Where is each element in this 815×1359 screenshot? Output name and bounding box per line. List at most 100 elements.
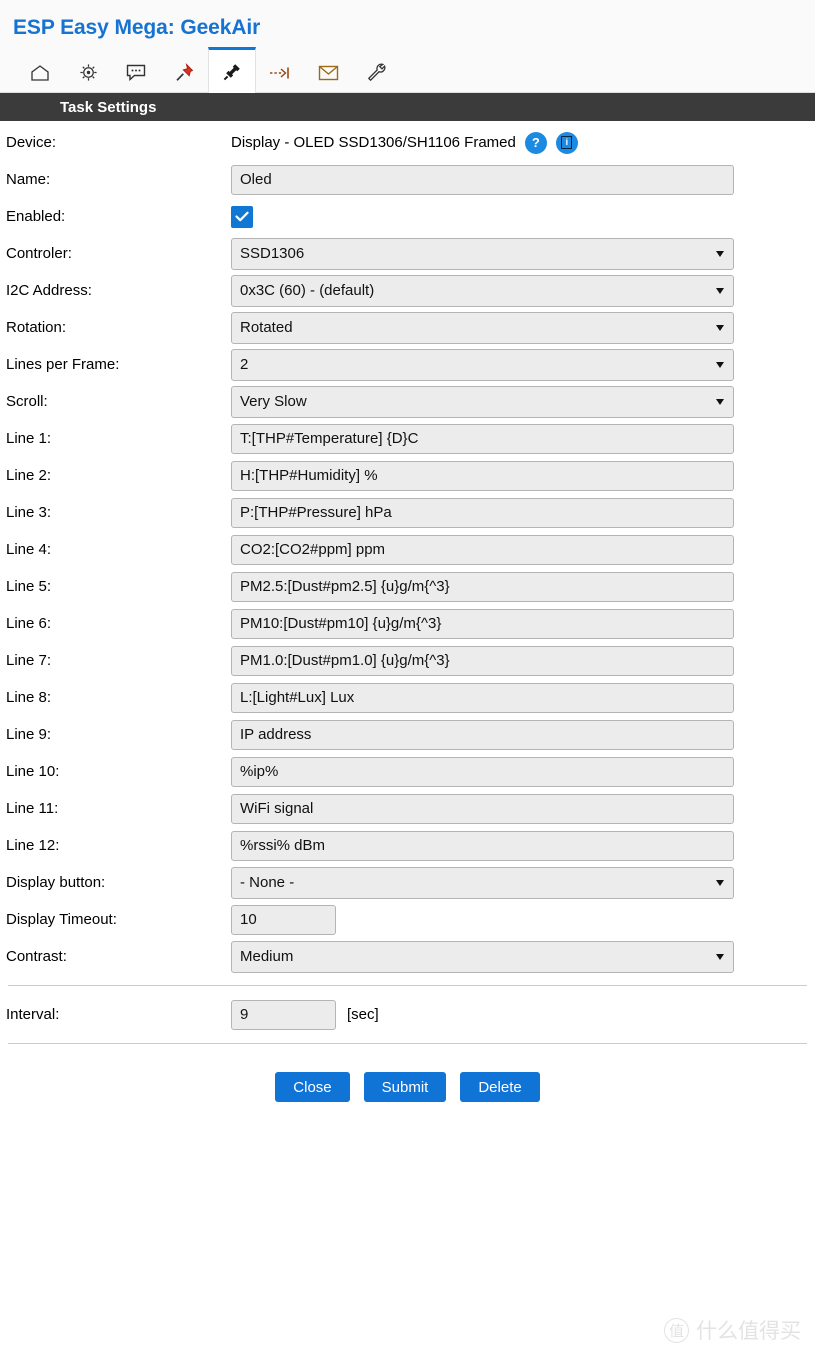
pushpin-icon xyxy=(174,62,195,83)
chevron-down-icon xyxy=(716,287,724,294)
tab-rules[interactable] xyxy=(256,53,304,92)
label-line-6: Line 6: xyxy=(6,615,52,632)
section-header-bar: Task Settings xyxy=(0,93,815,121)
divider-top xyxy=(8,985,807,986)
line-11-input[interactable] xyxy=(231,793,734,824)
chevron-down-icon xyxy=(716,953,724,960)
lines-per-frame-select-value: 2 xyxy=(240,356,249,373)
label-line-3: Line 3: xyxy=(6,504,52,521)
label-contrast: Contrast: xyxy=(6,948,67,965)
tab-tools[interactable] xyxy=(352,53,400,92)
chevron-down-icon xyxy=(716,324,724,331)
display-button-select[interactable]: - None - xyxy=(231,866,734,899)
row-name: Name: xyxy=(0,161,815,198)
rotation-select[interactable]: Rotated xyxy=(231,311,734,344)
section-title: Task Settings xyxy=(60,98,157,116)
form-button-bar: Close Submit Delete xyxy=(0,1054,815,1102)
help-icon[interactable]: ? xyxy=(524,131,547,154)
row-rotation: Rotation: Rotated xyxy=(0,309,815,346)
row-enabled: Enabled: xyxy=(0,198,815,235)
tab-controllers[interactable] xyxy=(112,53,160,92)
contrast-select[interactable]: Medium xyxy=(231,940,734,973)
task-settings-form: Device: Display - OLED SSD1306/SH1106 Fr… xyxy=(0,121,815,1102)
row-line-6: Line 6: xyxy=(0,605,815,642)
close-button[interactable]: Close xyxy=(275,1072,350,1102)
row-line-1: Line 1: xyxy=(0,420,815,457)
tab-home[interactable] xyxy=(16,53,64,92)
submit-button[interactable]: Submit xyxy=(363,1072,447,1102)
page-title: ESP Easy Mega: GeekAir xyxy=(13,16,261,39)
line-5-input[interactable] xyxy=(231,571,734,602)
device-value-group: Display - OLED SSD1306/SH1106 Framed ? i xyxy=(231,131,578,154)
line-6-input[interactable] xyxy=(231,608,734,639)
delete-button[interactable]: Delete xyxy=(460,1072,540,1102)
envelope-icon xyxy=(318,65,339,81)
chevron-down-icon xyxy=(716,398,724,405)
info-icon[interactable]: i xyxy=(555,131,578,154)
line-8-input[interactable] xyxy=(231,682,734,713)
row-line-8: Line 8: xyxy=(0,679,815,716)
row-display-timeout: Display Timeout: xyxy=(0,901,815,938)
line-3-input[interactable] xyxy=(231,497,734,528)
label-interval: Interval: xyxy=(6,1006,60,1023)
line-12-input[interactable] xyxy=(231,830,734,861)
row-scroll: Scroll: Very Slow xyxy=(0,383,815,420)
row-line-12: Line 12: xyxy=(0,827,815,864)
line-4-input[interactable] xyxy=(231,534,734,565)
chevron-down-icon xyxy=(716,879,724,886)
controler-select-value: SSD1306 xyxy=(240,245,305,262)
label-rotation: Rotation: xyxy=(6,319,67,336)
line-2-input[interactable] xyxy=(231,460,734,491)
tab-config[interactable] xyxy=(64,53,112,92)
enabled-checkbox[interactable] xyxy=(231,205,253,228)
row-line-3: Line 3: xyxy=(0,494,815,531)
row-display-button: Display button: - None - xyxy=(0,864,815,901)
row-line-11: Line 11: xyxy=(0,790,815,827)
row-line-4: Line 4: xyxy=(0,531,815,568)
tab-notifications[interactable] xyxy=(304,53,352,92)
chat-bubble-icon xyxy=(126,64,146,81)
label-scroll: Scroll: xyxy=(6,393,48,410)
i2c-address-select[interactable]: 0x3C (60) - (default) xyxy=(231,274,734,307)
row-contrast: Contrast: Medium xyxy=(0,938,815,975)
label-line-1: Line 1: xyxy=(6,430,52,447)
divider-bottom xyxy=(8,1043,807,1044)
row-device: Device: Display - OLED SSD1306/SH1106 Fr… xyxy=(0,124,815,161)
row-line-7: Line 7: xyxy=(0,642,815,679)
device-value-text: Display - OLED SSD1306/SH1106 Framed xyxy=(231,134,516,151)
display-timeout-input[interactable] xyxy=(231,904,336,935)
chevron-down-icon xyxy=(716,361,724,368)
label-display-button: Display button: xyxy=(6,874,106,891)
info-icon-glyph: i xyxy=(561,136,573,149)
line-7-input[interactable] xyxy=(231,645,734,676)
label-line-12: Line 12: xyxy=(6,837,60,854)
row-controler: Controler: SSD1306 xyxy=(0,235,815,272)
label-name: Name: xyxy=(6,171,51,188)
tab-hardware[interactable] xyxy=(160,53,208,92)
label-line-9: Line 9: xyxy=(6,726,52,743)
i2c-address-select-value: 0x3C (60) - (default) xyxy=(240,282,375,299)
scroll-select-value: Very Slow xyxy=(240,393,307,410)
plug-icon xyxy=(222,61,243,82)
watermark-mark: 值 xyxy=(664,1317,689,1343)
contrast-select-value: Medium xyxy=(240,948,294,965)
name-input[interactable] xyxy=(231,164,734,195)
line-10-input[interactable] xyxy=(231,756,734,787)
lines-per-frame-select[interactable]: 2 xyxy=(231,348,734,381)
gear-icon xyxy=(79,63,98,82)
row-i2c-address: I2C Address: 0x3C (60) - (default) xyxy=(0,272,815,309)
controler-select[interactable]: SSD1306 xyxy=(231,237,734,270)
label-line-8: Line 8: xyxy=(6,689,52,706)
label-enabled: Enabled: xyxy=(6,208,66,225)
interval-input[interactable] xyxy=(231,999,336,1030)
scroll-select[interactable]: Very Slow xyxy=(231,385,734,418)
main-tab-bar xyxy=(0,47,815,93)
line-1-input[interactable] xyxy=(231,423,734,454)
label-controler: Controler: xyxy=(6,245,72,262)
label-line-4: Line 4: xyxy=(6,541,52,558)
row-interval: Interval: [sec] xyxy=(0,996,815,1033)
label-line-10: Line 10: xyxy=(6,763,60,780)
tab-devices[interactable] xyxy=(208,47,256,93)
line-9-input[interactable] xyxy=(231,719,734,750)
chevron-down-icon xyxy=(716,250,724,257)
